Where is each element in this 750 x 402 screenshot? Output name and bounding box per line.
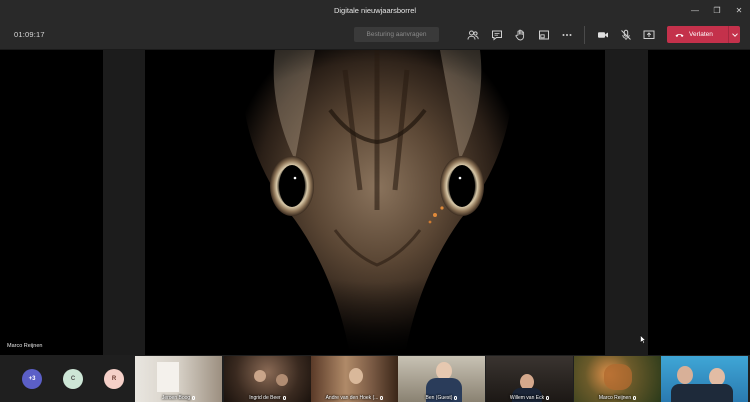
participant-name: Jeroen Boog [161,395,191,401]
maximize-button[interactable]: ❐ [706,0,728,20]
participant-tile[interactable]: Ingrid de Beer [224,356,311,402]
participant-tile[interactable]: Ben (Guest) [398,356,485,402]
participant-gallery: +3 C R Jeroen Boog Ingrid de Beer Andre … [0,355,750,402]
camera-icon[interactable] [596,28,610,42]
mic-icon [546,395,550,400]
leave-options-button[interactable] [728,26,740,43]
meeting-toolbar: 01:09:17 Besturing aanvragen Verlaten [0,20,750,50]
main-video-feed [145,50,605,355]
participants-icon[interactable] [466,28,480,42]
chevron-down-icon [731,32,738,37]
window-title: Digitale nieuwjaarsborrel [333,5,417,15]
window-controls: — ❐ ✕ [684,0,750,20]
raise-hand-icon[interactable] [513,28,527,42]
avatar[interactable]: R [104,369,124,389]
fish-photo [145,50,605,355]
title-bar: Digitale nieuwjaarsborrel — ❐ ✕ [0,0,750,20]
participant-tile[interactable]: Andre van den Hoek (... [311,356,398,402]
mouse-cursor-icon [640,335,646,344]
leave-button[interactable]: Verlaten [667,26,728,43]
participant-name: Marco Reijnen [598,395,632,401]
avatar-label: R [111,376,117,382]
participant-name: Ingrid de Beer [249,395,281,401]
participant-tile[interactable]: Marco Reijnen [574,356,661,402]
avatar-label: C [70,376,76,382]
close-button[interactable]: ✕ [728,0,750,20]
avatar-label: +3 [28,376,36,382]
meeting-timer: 01:09:17 [14,30,45,39]
participant-tile[interactable] [661,356,748,402]
mic-icon [633,395,637,400]
active-speaker-name: Marco Reijnen [7,343,43,349]
participant-tile[interactable]: Willem van Eck [486,356,573,402]
avatar-overflow[interactable]: +3 [22,369,42,389]
mic-icon [454,395,458,400]
mic-icon [282,395,286,400]
toolbar-divider [584,26,585,44]
share-screen-icon[interactable] [642,28,656,42]
main-stage [0,50,750,355]
participant-name: Willem van Eck [509,395,545,401]
minimize-button[interactable]: — [684,0,706,20]
leave-label: Verlaten [689,31,713,38]
mic-icon [380,395,384,400]
participant-tile[interactable]: Jeroen Boog [135,356,222,402]
more-actions-icon[interactable] [560,28,574,42]
participant-name: Andre van den Hoek (... [325,395,379,401]
participant-name: Ben (Guest) [425,395,453,401]
mic-muted-icon[interactable] [619,28,633,42]
breakout-rooms-icon[interactable] [537,28,551,42]
avatar[interactable]: C [63,369,83,389]
mic-icon [192,395,196,400]
request-control-button[interactable]: Besturing aanvragen [354,27,439,42]
phone-hangup-icon [675,33,684,37]
chat-icon[interactable] [490,28,504,42]
